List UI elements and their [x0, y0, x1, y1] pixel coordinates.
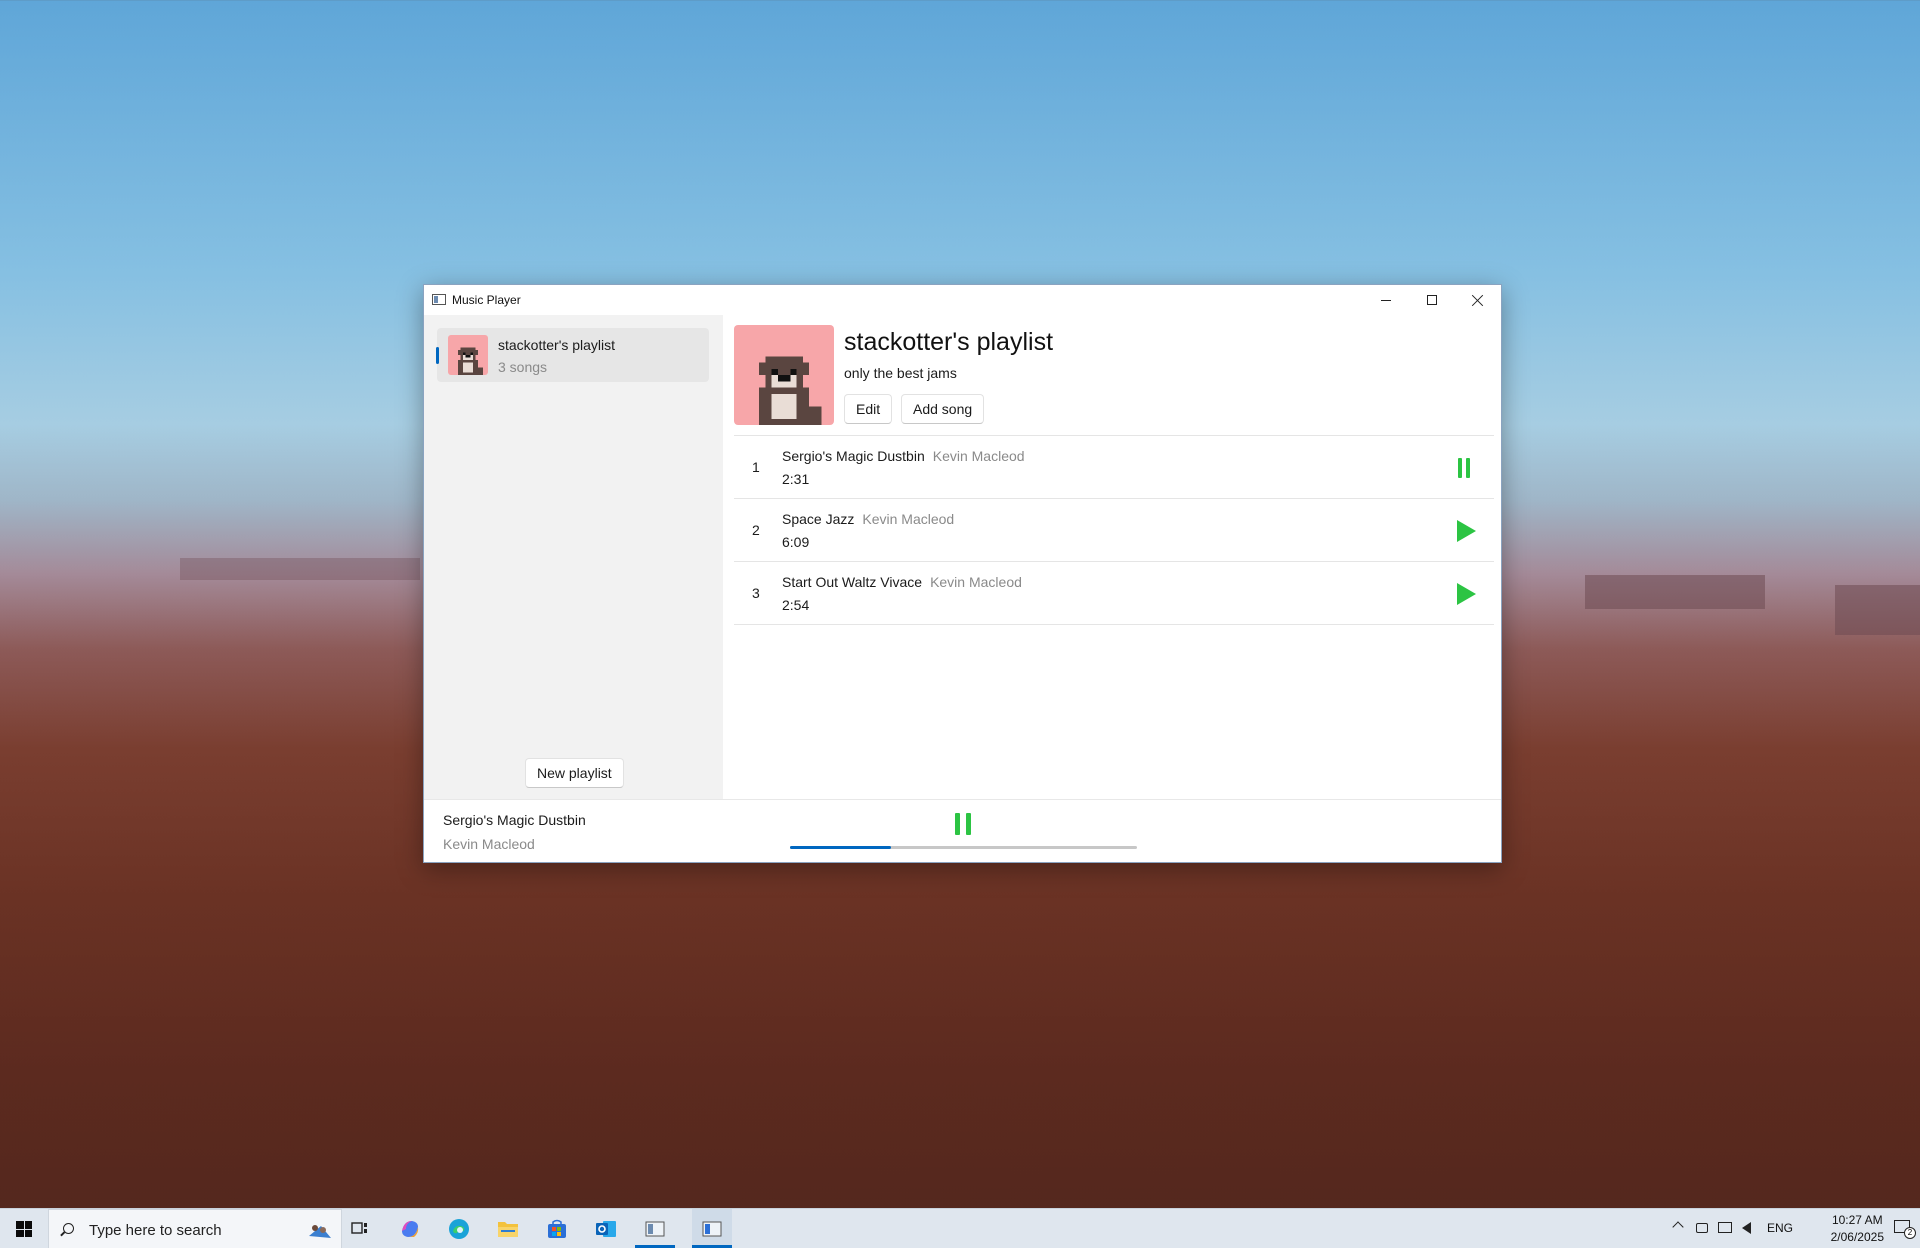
song-title: Sergio's Magic Dustbin: [782, 448, 925, 464]
edit-button[interactable]: Edit: [844, 394, 893, 424]
play-button[interactable]: [1452, 582, 1476, 606]
desert-mesa: [1585, 575, 1765, 609]
pause-button[interactable]: [1452, 456, 1476, 480]
search-placeholder: Type here to search: [89, 1222, 222, 1239]
song-artist: Kevin Macleod: [932, 448, 1025, 464]
song-artist: Kevin Macleod: [930, 574, 1022, 590]
edge-icon[interactable]: [447, 1217, 471, 1241]
language-indicator[interactable]: ENG: [1767, 1221, 1793, 1237]
player-pause-button[interactable]: [954, 813, 972, 835]
search-icon: [63, 1223, 74, 1234]
now-playing-artist: Kevin Macleod: [443, 836, 535, 852]
progress-fill: [790, 846, 891, 849]
window-title: Music Player: [452, 293, 521, 307]
minimize-button[interactable]: [1363, 285, 1409, 315]
song-list: 1 Sergio's Magic Dustbin Kevin Macleod 2:…: [734, 435, 1494, 625]
close-icon: [1472, 294, 1484, 306]
song-title: Start Out Waltz Vivace: [782, 574, 923, 590]
sidebar-item-playlist[interactable]: stackotter's playlist 3 songs: [436, 328, 709, 382]
playlist-description: only the best jams: [844, 365, 957, 381]
music-player-window: Music Player stackotter's playlist 3 son…: [423, 284, 1502, 863]
clock-date: 2/06/2025: [1830, 1230, 1884, 1244]
copilot-icon[interactable]: [398, 1217, 422, 1241]
taskbar: Type here to search ENG 10:27 AM 2/06/20…: [0, 1208, 1920, 1248]
system-tray: [1666, 1209, 1776, 1248]
otter-icon: [759, 356, 822, 425]
song-number: 1: [752, 459, 760, 475]
clock-time: 10:27 AM: [1831, 1213, 1883, 1227]
table-row[interactable]: 1 Sergio's Magic Dustbin Kevin Macleod 2:…: [734, 436, 1494, 499]
play-icon: [1457, 520, 1476, 542]
song-number: 3: [752, 585, 760, 601]
chevron-up-icon[interactable]: [1672, 1221, 1684, 1233]
playlist-cover: [734, 325, 834, 425]
playlist-title: stackotter's playlist: [844, 328, 1054, 356]
playlist-detail: stackotter's playlist only the best jams…: [723, 315, 1501, 799]
song-duration: 2:31: [782, 471, 810, 487]
windows-logo-icon: [16, 1221, 32, 1237]
desert-mesa: [180, 558, 420, 580]
playlist-thumbnail: [448, 335, 488, 375]
play-icon: [1457, 583, 1476, 605]
new-playlist-button[interactable]: New playlist: [525, 758, 624, 788]
playlist-sidebar: stackotter's playlist 3 songs New playli…: [424, 315, 723, 799]
desert-mesa: [1835, 585, 1920, 635]
title-bar[interactable]: Music Player: [424, 285, 1501, 315]
pause-icon: [1457, 458, 1471, 478]
minimize-icon: [1381, 299, 1391, 301]
music-player-taskbar-icon[interactable]: [692, 1209, 732, 1248]
taskbar-search[interactable]: Type here to search: [48, 1209, 342, 1248]
song-duration: 6:09: [782, 534, 810, 550]
search-highlight-icon: [309, 1225, 331, 1238]
song-duration: 2:54: [782, 597, 810, 613]
otter-icon: [458, 347, 483, 375]
app-window-icon[interactable]: [643, 1217, 667, 1241]
maximize-button[interactable]: [1409, 285, 1455, 315]
song-artist: Kevin Macleod: [862, 511, 955, 527]
clock[interactable]: 10:27 AM 2/06/2025: [1831, 1212, 1884, 1246]
file-explorer-icon[interactable]: [496, 1217, 520, 1241]
microsoft-store-icon[interactable]: [545, 1217, 569, 1241]
playlist-song-count: 3 songs: [498, 359, 548, 375]
task-view-icon[interactable]: [348, 1217, 372, 1241]
song-title: Space Jazz: [782, 511, 855, 527]
meet-now-icon[interactable]: [1696, 1223, 1708, 1233]
table-row[interactable]: 2 Space Jazz Kevin Macleod 6:09: [734, 499, 1494, 562]
song-number: 2: [752, 522, 760, 538]
app-icon: [432, 294, 446, 305]
notification-count-badge: 2: [1904, 1227, 1916, 1239]
table-row[interactable]: 3 Start Out Waltz Vivace Kevin Macleod 2:…: [734, 562, 1494, 625]
notification-center-icon[interactable]: 2: [1892, 1218, 1916, 1239]
start-button[interactable]: [0, 1209, 48, 1248]
close-button[interactable]: [1455, 285, 1501, 315]
progress-bar[interactable]: [790, 846, 1137, 849]
add-song-button[interactable]: Add song: [901, 394, 985, 424]
outlook-icon[interactable]: [594, 1217, 618, 1241]
playlist-name: stackotter's playlist: [498, 337, 616, 353]
network-icon[interactable]: [1718, 1222, 1732, 1233]
selected-indicator: [436, 347, 439, 364]
play-button[interactable]: [1452, 519, 1476, 543]
maximize-icon: [1427, 295, 1437, 305]
now-playing-title: Sergio's Magic Dustbin: [443, 812, 586, 828]
volume-icon[interactable]: [1742, 1222, 1751, 1234]
player-bar: Sergio's Magic Dustbin Kevin Macleod: [424, 799, 1501, 862]
